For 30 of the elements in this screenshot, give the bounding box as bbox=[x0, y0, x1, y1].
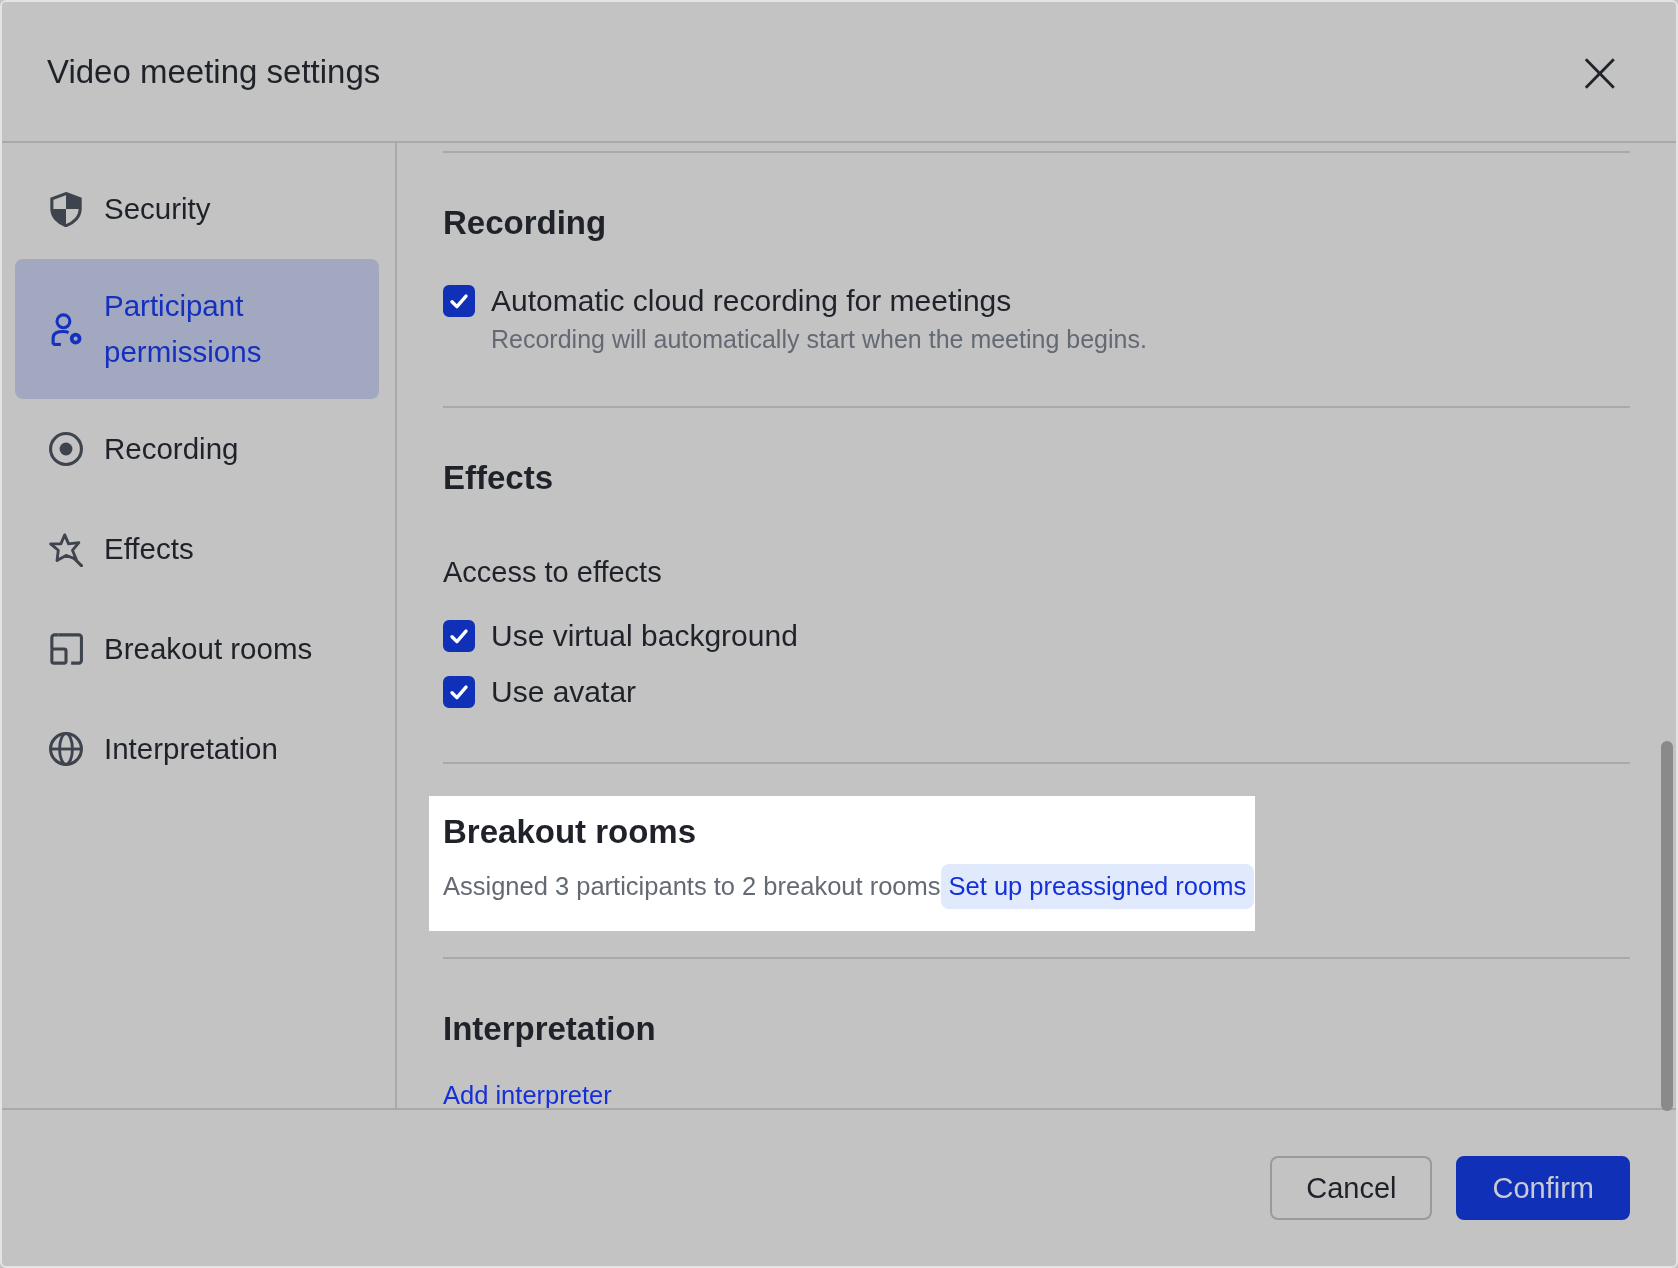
link[interactable]: Set up preassigned rooms bbox=[940, 864, 1255, 909]
squares-icon bbox=[48, 631, 84, 667]
sidebar-item[interactable]: Security bbox=[15, 159, 379, 259]
record-icon bbox=[48, 431, 84, 467]
section-heading: Recording bbox=[443, 203, 608, 243]
checkbox[interactable] bbox=[443, 620, 475, 652]
cancel-button[interactable]: Cancel bbox=[1270, 1156, 1433, 1220]
sparkle-star-icon bbox=[48, 531, 84, 567]
close-button[interactable]: × bbox=[1567, 42, 1632, 101]
section-heading: Interpretation bbox=[443, 1009, 657, 1049]
option-label: Use virtual background bbox=[491, 618, 798, 654]
checkbox[interactable] bbox=[443, 676, 475, 708]
globe-icon bbox=[48, 731, 84, 767]
shield-icon bbox=[48, 191, 84, 227]
confirm-button[interactable]: Confirm bbox=[1456, 1156, 1630, 1220]
status-text: Assigned 3 participants to 2 breakout rooms bbox=[443, 872, 941, 901]
subsection-heading: Access to effects bbox=[443, 555, 663, 590]
section-heading: Effects bbox=[443, 458, 555, 498]
checkbox[interactable] bbox=[443, 285, 475, 317]
sidebar-item[interactable]: Interpretation bbox=[15, 699, 379, 799]
sidebar-item[interactable]: Participant permissions bbox=[15, 259, 379, 399]
sidebar-item[interactable]: Recording bbox=[15, 399, 379, 499]
sidebar-item[interactable]: Breakout rooms bbox=[15, 599, 379, 699]
option-description: Recording will automatically start when the meeting begins. bbox=[491, 325, 1147, 354]
sidebar-item[interactable]: Effects bbox=[15, 499, 379, 599]
scrollbar[interactable] bbox=[1661, 741, 1673, 1111]
section-heading: Breakout rooms bbox=[443, 812, 698, 852]
option-label: Use avatar bbox=[491, 674, 637, 710]
option-label: Automatic cloud recording for meetings bbox=[491, 283, 1013, 319]
dialog-title: Video meeting settings bbox=[47, 52, 381, 91]
